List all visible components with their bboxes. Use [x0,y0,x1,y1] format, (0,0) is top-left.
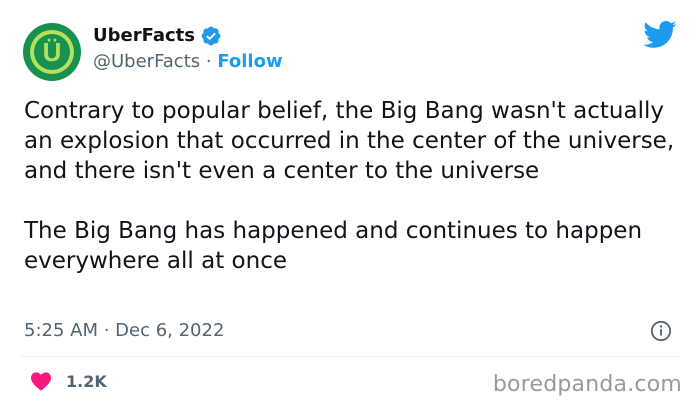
tweet-text: Contrary to popular belief, the Big Bang… [24,96,684,276]
author-name-line: UberFacts [93,24,222,48]
handle-separator: · [200,51,218,72]
avatar[interactable]: Ü [23,23,81,81]
author-handle-line: @UberFacts · Follow [93,50,283,74]
avatar-letter: Ü [42,37,62,67]
like-action[interactable]: 1.2K [30,371,107,391]
author-handle[interactable]: @UberFacts [93,51,200,72]
twitter-bird-icon[interactable] [643,20,677,48]
author-display-name[interactable]: UberFacts [93,24,195,48]
info-icon[interactable] [650,320,672,342]
tweet-timestamp[interactable]: 5:25 AM · Dec 6, 2022 [24,319,224,343]
watermark: boredpanda.com [492,372,682,397]
tweet-paragraph: Contrary to popular belief, the Big Bang… [24,98,682,184]
verified-badge-icon [201,26,221,46]
heart-icon[interactable] [30,371,52,391]
divider [20,356,680,357]
like-count: 1.2K [66,371,107,391]
follow-button[interactable]: Follow [217,51,282,72]
avatar-inner: Ü [34,34,70,70]
avatar-ring: Ü [30,30,74,74]
tweet-paragraph: The Big Bang has happened and continues … [24,218,650,274]
